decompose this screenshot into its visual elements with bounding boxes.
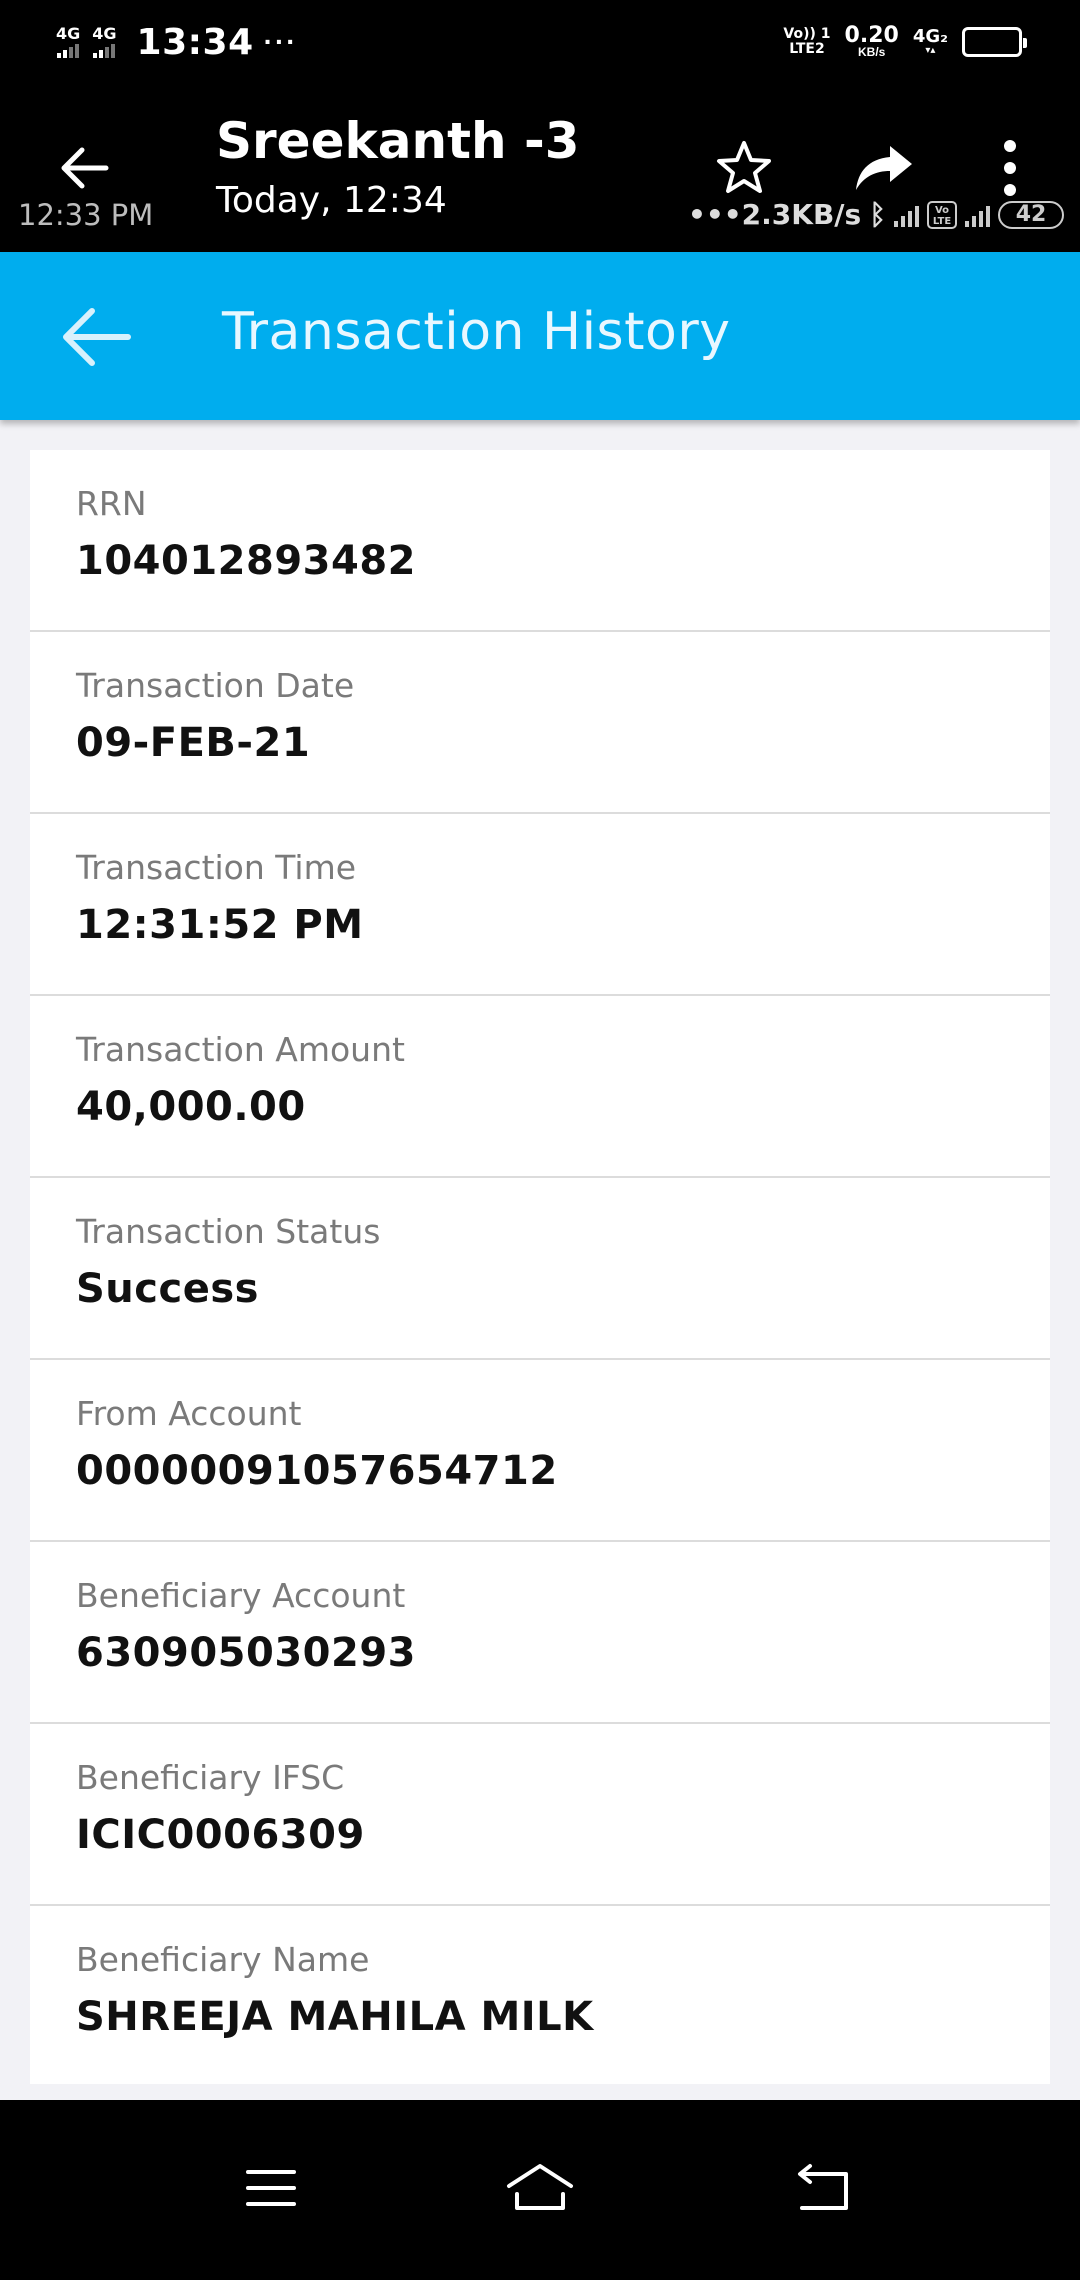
viewer-subtitle: Today, 12:34 bbox=[216, 180, 447, 221]
detail-label: Transaction Time bbox=[76, 848, 357, 887]
page-title: Transaction History bbox=[222, 302, 731, 362]
detail-label: RRN bbox=[76, 484, 147, 523]
detail-value: 630905030293 bbox=[76, 1630, 416, 1676]
detail-value: SHREEJA MAHILA MILK bbox=[76, 1994, 594, 2040]
system-nav-bar bbox=[0, 2100, 1080, 2280]
signal-icon bbox=[894, 203, 919, 227]
detail-row-rrn: RRN 104012893482 bbox=[30, 450, 1050, 632]
detail-value: 104012893482 bbox=[76, 538, 416, 584]
signal-sim1-icon: 4G bbox=[56, 26, 80, 58]
detail-value: 09-FEB-21 bbox=[76, 720, 311, 766]
more-options-icon[interactable] bbox=[990, 138, 1030, 198]
detail-row-beneficiary-name: Beneficiary Name SHREEJA MAHILA MILK bbox=[30, 1906, 1050, 2084]
viewer-time-label: 12:33 PM bbox=[18, 198, 154, 232]
star-icon[interactable] bbox=[714, 138, 774, 198]
detail-value: 40,000.00 bbox=[76, 1084, 306, 1130]
menu-icon[interactable] bbox=[236, 2158, 306, 2218]
detail-label: Beneficiary IFSC bbox=[76, 1758, 345, 1797]
signal-4g-icon bbox=[965, 203, 990, 227]
status-bar-left: 4G 4G 13:34 ··· bbox=[56, 18, 298, 66]
network-type: 4G₂ ▾▴ bbox=[912, 26, 948, 56]
detail-row-from-account: From Account 00000091057654712 bbox=[30, 1360, 1050, 1542]
detail-value: ICIC0006309 bbox=[76, 1812, 365, 1858]
detail-value: 00000091057654712 bbox=[76, 1448, 558, 1494]
top-bar: 4G 4G 13:34 ··· Vo)) 1 LTE2 0.20 KB/s 4G… bbox=[0, 0, 1080, 252]
status-bar-right: Vo)) 1 LTE2 0.20 KB/s 4G₂ ▾▴ 69 bbox=[783, 18, 1027, 66]
home-icon[interactable] bbox=[505, 2158, 575, 2218]
app-header: Transaction History bbox=[0, 252, 1080, 420]
transaction-details: RRN 104012893482 Transaction Date 09-FEB… bbox=[0, 420, 1080, 2100]
signal-sim2-icon: 4G bbox=[92, 26, 117, 58]
viewer-title: Sreekanth -3 bbox=[216, 112, 580, 170]
detail-label: Transaction Date bbox=[76, 666, 355, 705]
detail-label: From Account bbox=[76, 1394, 302, 1433]
detail-row-time: Transaction Time 12:31:52 PM bbox=[30, 814, 1050, 996]
detail-row-amount: Transaction Amount 40,000.00 bbox=[30, 996, 1050, 1178]
detail-value: Success bbox=[76, 1266, 259, 1312]
detail-label: Beneficiary Account bbox=[76, 1576, 406, 1615]
details-card: RRN 104012893482 Transaction Date 09-FEB… bbox=[30, 450, 1050, 2084]
detail-label: Transaction Amount bbox=[76, 1030, 405, 1069]
detail-row-beneficiary-ifsc: Beneficiary IFSC ICIC0006309 bbox=[30, 1724, 1050, 1906]
detail-label: Beneficiary Name bbox=[76, 1940, 370, 1979]
bluetooth-icon: ᛒ bbox=[869, 198, 886, 231]
detail-row-date: Transaction Date 09-FEB-21 bbox=[30, 632, 1050, 814]
detail-row-beneficiary-account: Beneficiary Account 630905030293 bbox=[30, 1542, 1050, 1724]
back-arrow-icon[interactable] bbox=[58, 304, 132, 370]
detail-row-status: Transaction Status Success bbox=[30, 1178, 1050, 1360]
battery-icon: 69 bbox=[962, 27, 1027, 57]
secondary-status-line: •••2.3KB/s ᛒ Vo LTE 42 bbox=[688, 198, 1064, 231]
detail-value: 12:31:52 PM bbox=[76, 902, 364, 948]
volte-indicator: Vo)) 1 LTE2 bbox=[783, 26, 831, 57]
status-time: 13:34 bbox=[136, 21, 254, 63]
network-speed: 0.20 KB/s bbox=[844, 23, 899, 59]
battery-secondary-icon: 42 bbox=[998, 200, 1064, 229]
detail-label: Transaction Status bbox=[76, 1212, 381, 1251]
back-arrow-icon[interactable] bbox=[56, 140, 112, 196]
back-icon[interactable] bbox=[788, 2158, 858, 2218]
volte-icon: Vo LTE bbox=[927, 200, 957, 229]
share-icon[interactable] bbox=[854, 138, 914, 198]
more-notifications-icon: ··· bbox=[263, 26, 298, 57]
